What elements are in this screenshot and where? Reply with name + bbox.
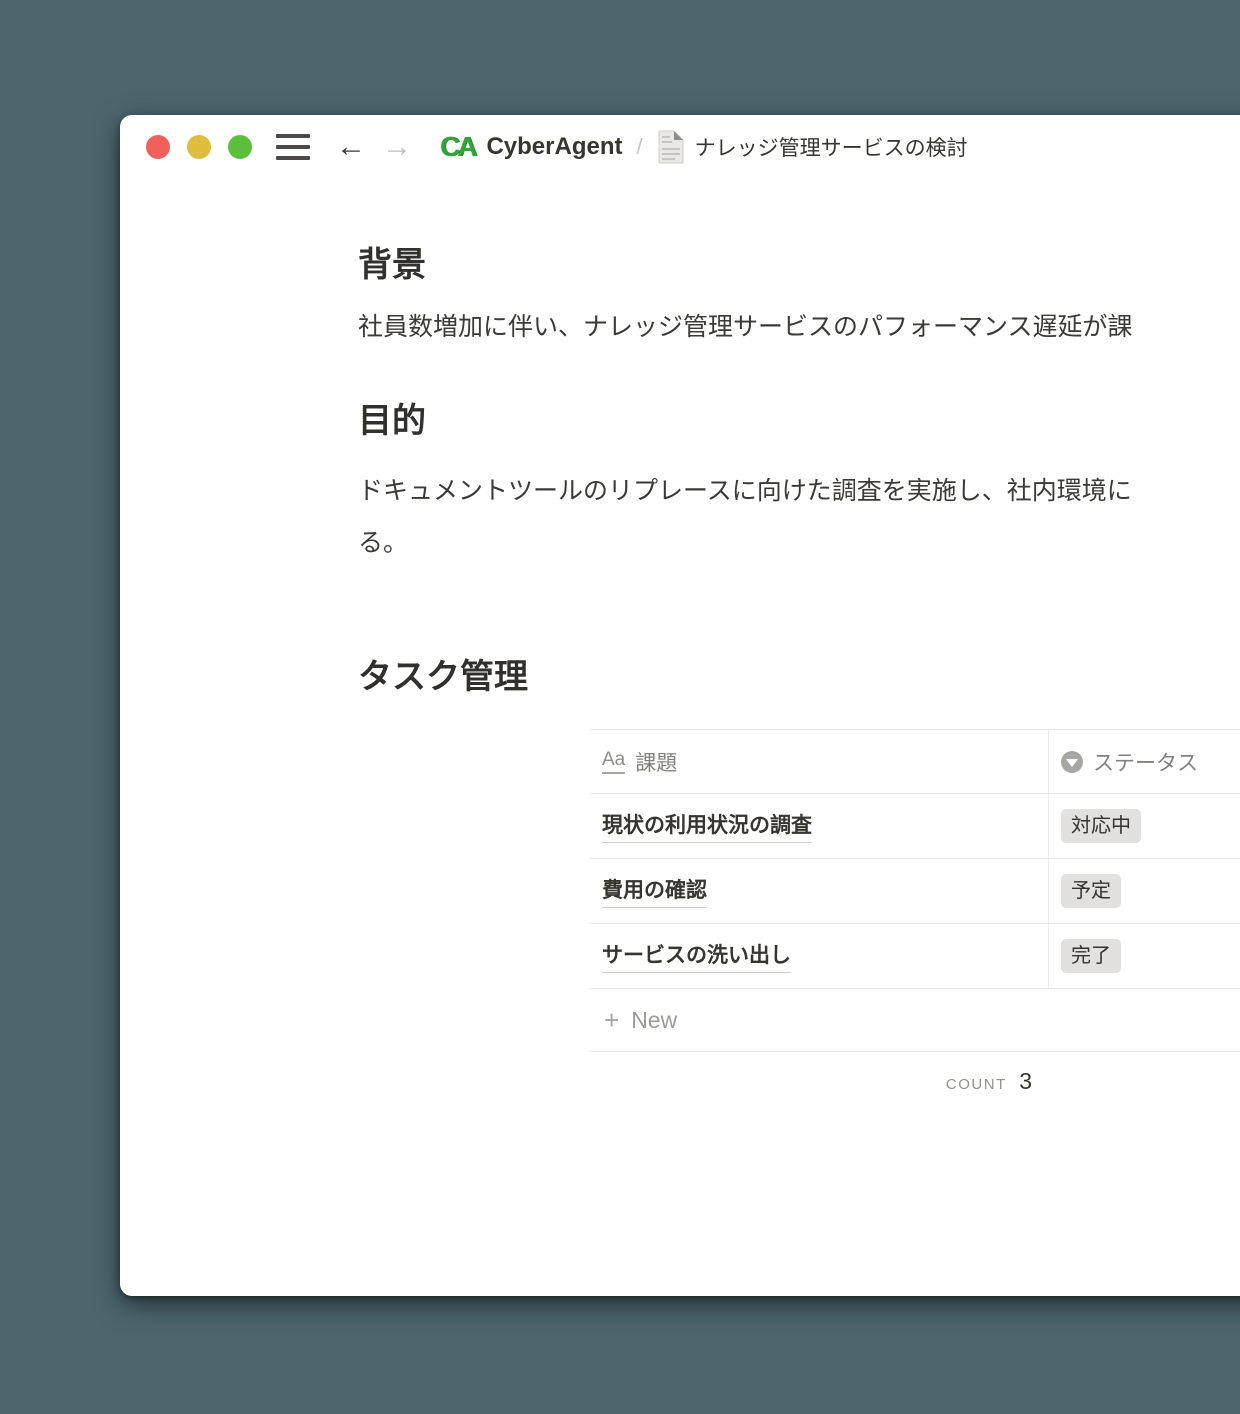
breadcrumb-workspace[interactable]: CyberAgent	[486, 133, 622, 161]
table-row: サービスの洗い出し 完了 20	[590, 924, 1240, 989]
close-window-button[interactable]	[146, 135, 170, 159]
breadcrumb-separator: /	[636, 134, 642, 160]
back-button[interactable]: ←	[336, 132, 366, 162]
task-cell[interactable]: 費用の確認	[590, 859, 1048, 923]
count-value: 3	[1019, 1068, 1032, 1094]
sidebar-menu-icon[interactable]	[276, 134, 310, 160]
column-header-task-label: 課題	[635, 747, 677, 777]
app-window: ← → CA CyberAgent / ナレッジ管理サービスの検討 背景 社員数…	[120, 115, 1240, 1296]
heading-purpose: 目的	[358, 399, 1240, 443]
traffic-lights	[146, 135, 252, 159]
table-row: 費用の確認 予定 20	[590, 859, 1240, 924]
column-header-task[interactable]: Aa 課題	[590, 730, 1048, 794]
task-title-link[interactable]: サービスの洗い出し	[602, 939, 791, 973]
task-cell[interactable]: サービスの洗い出し	[590, 924, 1048, 988]
table-row: 現状の利用状況の調査 対応中 20	[590, 794, 1240, 859]
paragraph-purpose-line2: る。	[358, 517, 1240, 569]
column-header-status-label: ステータス	[1093, 747, 1198, 777]
task-cell[interactable]: 現状の利用状況の調査	[590, 794, 1048, 858]
workspace-logo[interactable]: CA	[440, 131, 474, 163]
forward-button[interactable]: →	[382, 132, 412, 162]
page-document-icon	[657, 130, 685, 164]
page-content: 背景 社員数増加に伴い、ナレッジ管理サービスのパフォーマンス遅延が課 目的 ドキ…	[120, 243, 1240, 1095]
task-title-link[interactable]: 現状の利用状況の調査	[602, 809, 812, 843]
heading-background: 背景	[358, 243, 1240, 287]
task-title-link[interactable]: 費用の確認	[602, 874, 707, 908]
status-badge: 予定	[1061, 874, 1121, 908]
count-label: COUNT	[946, 1076, 1007, 1093]
status-badge: 対応中	[1061, 809, 1141, 843]
paragraph-background: 社員数増加に伴い、ナレッジ管理サービスのパフォーマンス遅延が課	[358, 307, 1240, 347]
status-cell[interactable]: 対応中	[1048, 794, 1240, 858]
paragraph-purpose-line1: ドキュメントツールのリプレースに向けた調査を実施し、社内環境に	[358, 465, 1240, 517]
new-row-label: New	[631, 1007, 677, 1034]
column-header-status[interactable]: ステータス	[1048, 730, 1240, 794]
heading-task-management: タスク管理	[358, 655, 1240, 699]
status-cell[interactable]: 完了	[1048, 924, 1240, 988]
titlebar: ← → CA CyberAgent / ナレッジ管理サービスの検討	[120, 115, 1240, 179]
text-property-icon: Aa	[602, 750, 625, 774]
new-row-button[interactable]: + New	[590, 989, 1240, 1052]
plus-icon: +	[604, 1007, 619, 1033]
breadcrumb-page-title[interactable]: ナレッジ管理サービスの検討	[695, 132, 968, 162]
status-cell[interactable]: 予定	[1048, 859, 1240, 923]
count-calculation[interactable]: COUNT 3	[590, 1052, 1048, 1095]
paragraph-purpose: ドキュメントツールのリプレースに向けた調査を実施し、社内環境に る。	[358, 465, 1240, 569]
status-badge: 完了	[1061, 939, 1121, 973]
zoom-window-button[interactable]	[228, 135, 252, 159]
table-header-row: Aa 課題 ステータス	[590, 729, 1240, 794]
task-database-table: Aa 課題 ステータス	[590, 729, 1240, 1095]
select-property-icon	[1061, 751, 1083, 773]
minimize-window-button[interactable]	[187, 135, 211, 159]
